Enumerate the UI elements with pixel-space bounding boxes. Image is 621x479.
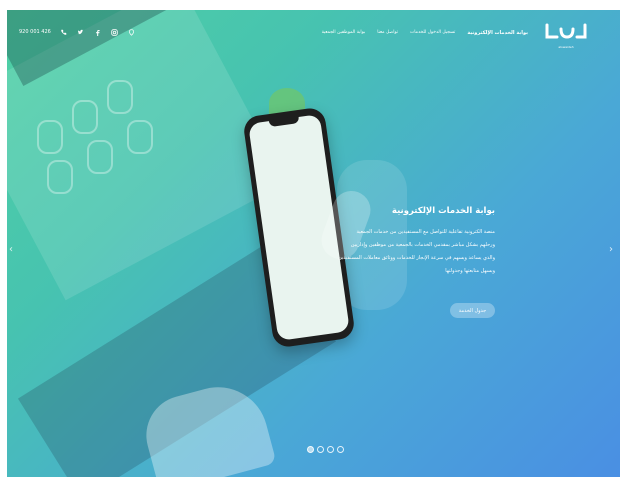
contact-social-bar: 920 001 426 bbox=[19, 28, 136, 36]
instagram-icon[interactable] bbox=[111, 28, 119, 36]
slider-dot[interactable] bbox=[337, 446, 344, 453]
pattern-shape bbox=[87, 140, 113, 174]
pattern-shape bbox=[37, 120, 63, 154]
pattern-shape bbox=[72, 100, 98, 134]
service-schedule-button[interactable]: جدول الخدمة bbox=[450, 303, 495, 318]
phone-icon[interactable] bbox=[60, 28, 68, 36]
brand-logo[interactable]: alowaideh bbox=[543, 19, 589, 49]
logo-subtitle: alowaideh bbox=[558, 45, 574, 49]
slider-dot[interactable] bbox=[327, 446, 334, 453]
nav-link-staff-portal[interactable]: بوابة الموظفين الجمعية bbox=[322, 30, 366, 36]
nav-links: بوابة الخدمات الإلكترونية تسجيل الدخول ل… bbox=[322, 30, 528, 36]
pattern-shape bbox=[127, 120, 153, 154]
hero-slider: alowaideh بوابة الخدمات الإلكترونية تسجي… bbox=[7, 10, 620, 477]
nav-link-contact[interactable]: تواصل معنا bbox=[377, 30, 398, 36]
pattern-shape bbox=[107, 80, 133, 114]
top-navbar: alowaideh بوابة الخدمات الإلكترونية تسجي… bbox=[7, 10, 620, 54]
nav-link-services-portal[interactable]: بوابة الخدمات الإلكترونية bbox=[467, 30, 528, 36]
hero-title: بوابة الخدمات الإلكترونية bbox=[391, 206, 495, 216]
phone-number[interactable]: 920 001 426 bbox=[19, 29, 51, 35]
twitter-icon[interactable] bbox=[77, 28, 85, 36]
logo-mark-icon bbox=[545, 23, 587, 39]
hero-caption: بوابة الخدمات الإلكترونية منصة الكترونية… bbox=[315, 206, 495, 278]
prev-slide-button[interactable]: ‹ bbox=[9, 245, 19, 255]
slider-pagination bbox=[307, 446, 344, 453]
hero-description-line: ويسهل متابعتها وجدولتها bbox=[445, 268, 495, 274]
facebook-icon[interactable] bbox=[94, 28, 102, 36]
slider-dot[interactable] bbox=[317, 446, 324, 453]
hero-description: منصة الكترونية تفاعلية للتواصل مع المستف… bbox=[315, 226, 495, 278]
next-slide-button[interactable]: › bbox=[609, 245, 619, 255]
hero-description-line: منصة الكترونية تفاعلية للتواصل مع المستف… bbox=[356, 229, 495, 235]
hero-description-line: والذي يساعد ويسهم في سرعة الإنجاز للخدما… bbox=[338, 255, 495, 261]
hero-description-line: ورحلهم بشكل مباشر بمقدمي الخدمات بالجمعي… bbox=[350, 242, 495, 248]
location-icon[interactable] bbox=[128, 28, 136, 36]
slider-dot[interactable] bbox=[307, 446, 314, 453]
pattern-shape bbox=[47, 160, 73, 194]
nav-link-login[interactable]: تسجيل الدخول للخدمات bbox=[410, 30, 455, 36]
